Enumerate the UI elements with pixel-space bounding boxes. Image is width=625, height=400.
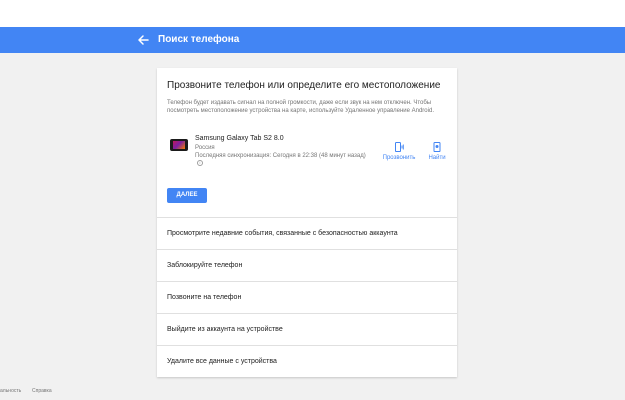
device-name: Samsung Galaxy Tab S2 8.0	[195, 135, 284, 142]
list-item-call-phone[interactable]: Позвоните на телефон	[157, 281, 457, 313]
device-last-sync: Последняя синхронизация: Сегодня в 22:38…	[195, 152, 367, 168]
find-phone-card: Прозвоните телефон или определите его ме…	[157, 68, 457, 377]
list-item-label: Заблокируйте телефон	[167, 262, 243, 269]
top-strip	[0, 0, 625, 27]
footer-link-privacy[interactable]: альность	[0, 388, 21, 394]
info-icon[interactable]: i	[197, 160, 203, 167]
footer-link-help[interactable]: Справка	[32, 388, 52, 394]
ring-phone-icon	[395, 142, 404, 152]
card-title: Прозвоните телефон или определите его ме…	[167, 80, 441, 91]
list-item-label: Позвоните на телефон	[167, 294, 242, 301]
arrow-back-icon[interactable]	[136, 32, 150, 48]
ring-button[interactable]: Прозвонить	[379, 142, 419, 162]
find-phone-icon	[433, 142, 441, 152]
list-item-security-events[interactable]: Просмотрите недавние события, связанные …	[157, 217, 457, 249]
find-button-label: Найти	[428, 155, 446, 161]
ring-button-label: Прозвонить	[382, 155, 416, 161]
find-button[interactable]: Найти	[424, 142, 450, 162]
list-item-erase-data[interactable]: Удалите все данные с устройства	[157, 345, 457, 377]
next-button[interactable]: ДАЛЕЕ	[167, 188, 207, 203]
list-item-label: Удалите все данные с устройства	[167, 358, 277, 365]
list-item-label: Просмотрите недавние события, связанные …	[167, 230, 398, 237]
card-description: Телефон будет издавать сигнал на полной …	[167, 100, 434, 114]
list-item-label: Выйдите из аккаунта на устройстве	[167, 326, 283, 333]
list-item-sign-out[interactable]: Выйдите из аккаунта на устройстве	[157, 313, 457, 345]
device-country: Россия	[195, 145, 215, 151]
list-item-lock-phone[interactable]: Заблокируйте телефон	[157, 249, 457, 281]
page-title: Поиск телефона	[158, 34, 240, 45]
tablet-image	[170, 139, 188, 151]
app-bar: Поиск телефона	[0, 27, 625, 53]
device-last-sync-text: Последняя синхронизация: Сегодня в 22:38…	[195, 153, 366, 159]
